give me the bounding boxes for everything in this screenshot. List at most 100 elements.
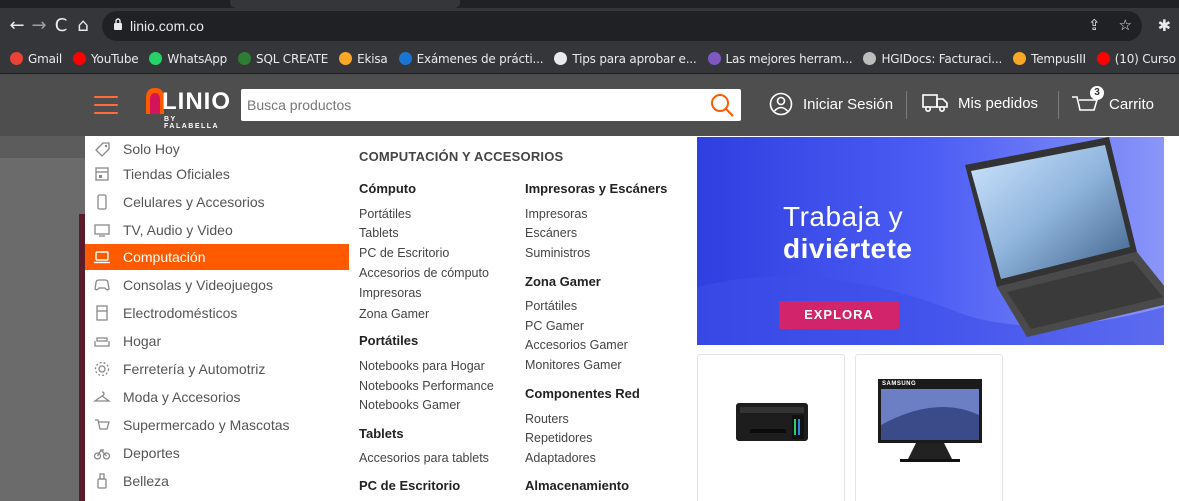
monitor-brand-label: SAMSUNG: [882, 381, 917, 387]
banner-headline-2: diviértete: [783, 233, 913, 264]
browser-window: ← → C ⌂ linio.com.co ⇪ ☆ ✱ Gmail YouTube W…: [0, 0, 1179, 501]
submenu-link[interactable]: Accesorios para tablets: [359, 451, 489, 465]
gamepad-icon: [94, 279, 110, 291]
submenu-link[interactable]: Suministros: [525, 246, 590, 260]
printer-image: [736, 403, 808, 441]
submenu-heading[interactable]: Portátiles: [359, 333, 418, 348]
search-icon[interactable]: [709, 92, 735, 118]
menu-item[interactable]: Belleza: [85, 468, 349, 494]
bookmark-item[interactable]: HGIDocs: Facturaci...: [863, 52, 1002, 66]
bookmark-favicon-icon: [863, 52, 877, 65]
menu-item[interactable]: Electrodomésticos: [85, 300, 349, 326]
menu-item[interactable]: Moda y Accesorios: [85, 384, 349, 410]
submenu-link[interactable]: Portátiles: [525, 299, 577, 313]
hamburger-menu-icon[interactable]: [94, 96, 118, 114]
reload-icon[interactable]: C: [50, 8, 72, 44]
home-icon[interactable]: ⌂: [72, 8, 94, 44]
submenu-heading[interactable]: PC de Escritorio: [359, 478, 460, 493]
extensions-icon[interactable]: ✱: [1158, 16, 1171, 35]
submenu-link[interactable]: Escáners: [525, 226, 577, 240]
submenu-heading[interactable]: Componentes Red: [525, 386, 640, 401]
bookmark-item[interactable]: Las mejores herram...: [707, 52, 853, 66]
bookmark-favicon-icon: [10, 52, 23, 65]
menu-item[interactable]: Solo Hoy: [85, 136, 349, 162]
tag-icon: [95, 142, 110, 157]
logo-subtitle: BY FALABELLA: [164, 116, 220, 130]
product-card-monitor[interactable]: SAMSUNG: [855, 354, 1003, 501]
menu-item[interactable]: Supermercado y Mascotas: [85, 412, 349, 438]
login-button[interactable]: Iniciar Sesión: [769, 92, 893, 116]
product-card-printer[interactable]: [697, 354, 845, 501]
submenu-link[interactable]: Impresoras: [359, 286, 422, 300]
url-text: linio.com.co: [130, 18, 204, 34]
bookmark-item[interactable]: TempusIII: [1013, 52, 1086, 66]
appliance-icon: [96, 305, 108, 321]
laptop-icon: [94, 251, 110, 264]
bookmark-item[interactable]: Gmail: [10, 52, 62, 66]
bookmark-label: YouTube: [91, 51, 139, 66]
submenu-heading[interactable]: Zona Gamer: [525, 274, 601, 289]
promo-banner[interactable]: Trabaja y diviértete EXPLORA: [697, 137, 1164, 345]
menu-item[interactable]: Deportes: [85, 440, 349, 466]
submenu-link[interactable]: Notebooks para Hogar: [359, 359, 485, 373]
submenu-link[interactable]: PC de Escritorio: [359, 246, 449, 260]
submenu-link[interactable]: Accesorios de cómputo: [359, 266, 489, 280]
menu-item[interactable]: Tiendas Oficiales: [85, 161, 349, 187]
submenu-link[interactable]: Impresoras: [525, 207, 588, 221]
bike-icon: [93, 448, 111, 460]
hanger-icon: [93, 391, 111, 402]
tab[interactable]: [230, 0, 460, 8]
bookmark-item[interactable]: (10) Curso Azure - I...: [1096, 52, 1179, 66]
menu-item[interactable]: Consolas y Videojuegos: [85, 272, 349, 298]
back-icon[interactable]: ←: [6, 8, 28, 44]
promo-area: Trabaja y diviértete EXPLORA SAMSUNG: [697, 136, 1179, 501]
forward-icon[interactable]: →: [28, 8, 50, 44]
bookmark-label: TempusIII: [1031, 51, 1086, 66]
submenu-link[interactable]: Accesorios Gamer: [525, 338, 628, 352]
menu-item[interactable]: TV, Audio y Video: [85, 217, 349, 243]
submenu-link[interactable]: Portátiles: [359, 207, 411, 221]
submenu-link[interactable]: PC Gamer: [525, 319, 584, 333]
bookmark-item[interactable]: Exámenes de prácti...: [398, 52, 544, 66]
linio-logo[interactable]: LINIO BY FALABELLA: [142, 84, 232, 130]
bookmark-item[interactable]: Tips para aprobar e...: [554, 52, 697, 66]
bookmark-favicon-icon: [73, 52, 87, 65]
bookmark-favicon-icon: [149, 52, 163, 65]
menu-item[interactable]: Ferretería y Automotriz: [85, 356, 349, 382]
submenu-link[interactable]: Monitores Gamer: [525, 358, 622, 372]
menu-item-label: Celulares y Accesorios: [123, 194, 265, 210]
explore-button[interactable]: EXPLORA: [779, 301, 899, 329]
bookmark-favicon-icon: [398, 52, 412, 65]
bookmark-label: WhatsApp: [167, 51, 228, 66]
submenu-link[interactable]: Tablets: [359, 226, 399, 240]
submenu-link[interactable]: Zona Gamer: [359, 307, 429, 321]
menu-item[interactable]: Hogar: [85, 328, 349, 354]
menu-item[interactable]: Computación: [85, 244, 349, 270]
menu-item-label: Moda y Accesorios: [123, 389, 241, 405]
submenu-heading[interactable]: Cómputo: [359, 181, 416, 196]
bookmark-item[interactable]: WhatsApp: [149, 52, 227, 66]
bookmark-favicon-icon: [238, 52, 252, 65]
submenu-heading[interactable]: Tablets: [359, 426, 404, 441]
menu-item[interactable]: Celulares y Accesorios: [85, 189, 349, 215]
bookmark-favicon-icon: [554, 52, 568, 65]
share-icon[interactable]: ⇪: [1088, 16, 1101, 34]
submenu-link[interactable]: Routers: [525, 412, 569, 426]
star-icon[interactable]: ☆: [1119, 16, 1132, 34]
user-icon: [769, 92, 793, 116]
submenu-heading[interactable]: Almacenamiento: [525, 478, 629, 493]
cart-button[interactable]: 3 Carrito: [1071, 86, 1154, 116]
submenu-heading[interactable]: Impresoras y Escáners: [525, 181, 667, 196]
browser-toolbar: ← → C ⌂ linio.com.co ⇪ ☆ ✱: [0, 8, 1179, 44]
submenu-link[interactable]: Notebooks Performance: [359, 379, 494, 393]
bookmark-item[interactable]: YouTube: [73, 51, 139, 66]
bookmark-item[interactable]: Ekisa: [339, 52, 388, 66]
address-bar[interactable]: linio.com.co ⇪ ☆: [102, 11, 1142, 41]
orders-button[interactable]: Mis pedidos: [922, 92, 1038, 114]
submenu-link[interactable]: Repetidores: [525, 431, 592, 445]
submenu-link[interactable]: Adaptadores: [525, 451, 596, 465]
submenu-link[interactable]: Notebooks Gamer: [359, 398, 460, 412]
bookmark-item[interactable]: SQL CREATE: [238, 52, 328, 66]
menu-item-label: Belleza: [123, 473, 169, 489]
search-input[interactable]: [247, 89, 707, 121]
